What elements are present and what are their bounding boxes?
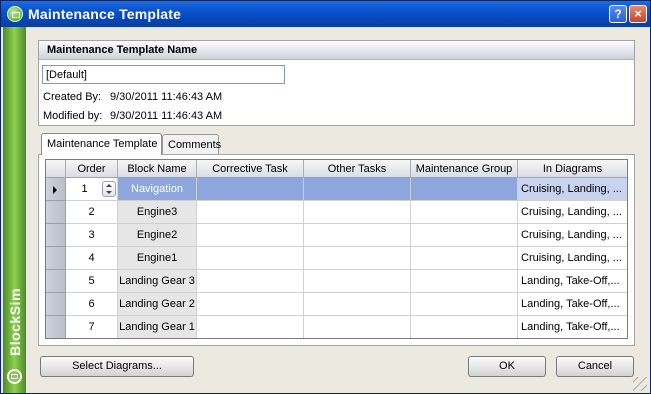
- order-cell[interactable]: 2: [66, 201, 118, 224]
- in-diagrams-cell[interactable]: Landing, Take-Off,...: [518, 316, 627, 338]
- maintenance-group-cell[interactable]: [411, 293, 518, 316]
- brand-strip: BlockSim: [3, 27, 26, 393]
- modified-by-row: Modified by: 9/30/2011 11:46:43 AM: [43, 110, 222, 122]
- block-name-cell: Landing Gear 2: [118, 293, 197, 316]
- template-name-header: Maintenance Template Name: [39, 41, 634, 60]
- template-name-group: Maintenance Template Name Created By: 9/…: [38, 40, 635, 126]
- other-tasks-cell[interactable]: [304, 270, 411, 293]
- template-name-heading: Maintenance Template Name: [47, 44, 198, 56]
- maintenance-group-cell[interactable]: [411, 316, 518, 338]
- in-diagrams-cell[interactable]: Cruising, Landing, ...: [518, 201, 627, 224]
- other-tasks-cell[interactable]: [304, 224, 411, 247]
- maintenance-grid: Order Block Name Corrective Task Other T…: [45, 159, 628, 339]
- other-tasks-cell[interactable]: [304, 201, 411, 224]
- order-cell[interactable]: 3: [66, 224, 118, 247]
- cancel-button[interactable]: Cancel: [556, 356, 634, 377]
- table-row[interactable]: 2 Engine3 Cruising, Landing, ...: [46, 201, 627, 224]
- column-header-corrective-task[interactable]: Corrective Task: [197, 160, 304, 178]
- spin-down-icon[interactable]: [106, 191, 112, 194]
- table-row[interactable]: 1 Navigation Cruising, Landing, ...: [46, 178, 627, 201]
- help-button[interactable]: ?: [609, 5, 627, 23]
- column-header-in-diagrams[interactable]: In Diagrams: [518, 160, 627, 178]
- corrective-task-cell[interactable]: [197, 201, 304, 224]
- other-tasks-cell[interactable]: [304, 316, 411, 338]
- other-tasks-cell[interactable]: [304, 178, 411, 201]
- table-row[interactable]: 6 Landing Gear 2 Landing, Take-Off,...: [46, 293, 627, 316]
- modified-by-label: Modified by:: [43, 110, 103, 122]
- created-by-label: Created By:: [43, 91, 102, 103]
- maintenance-group-cell[interactable]: [411, 178, 518, 201]
- table-row[interactable]: 4 Engine1 Cruising, Landing, ...: [46, 247, 627, 270]
- close-button[interactable]: ×: [629, 5, 647, 23]
- modified-by-value: 9/30/2011 11:46:43 AM: [110, 110, 223, 122]
- corrective-task-cell[interactable]: [197, 224, 304, 247]
- maintenance-group-cell[interactable]: [411, 224, 518, 247]
- corrective-task-cell[interactable]: [197, 270, 304, 293]
- order-cell[interactable]: 6: [66, 293, 118, 316]
- template-name-input[interactable]: [42, 65, 285, 84]
- row-selector[interactable]: [46, 293, 66, 316]
- row-selector[interactable]: [46, 270, 66, 293]
- block-name-cell: Landing Gear 3: [118, 270, 197, 293]
- current-row-arrow-icon: [53, 186, 57, 194]
- corrective-task-cell[interactable]: [197, 316, 304, 338]
- maintenance-group-cell[interactable]: [411, 270, 518, 293]
- blocksim-app-icon: [7, 6, 23, 22]
- tab-comments[interactable]: Comments: [162, 134, 221, 154]
- column-header-maintenance-group[interactable]: Maintenance Group: [411, 160, 518, 178]
- title-bar[interactable]: Maintenance Template ? ×: [1, 1, 650, 27]
- created-by-row: Created By: 9/30/2011 11:46:43 AM: [43, 91, 222, 103]
- order-cell[interactable]: 5: [66, 270, 118, 293]
- table-row[interactable]: 5 Landing Gear 3 Landing, Take-Off,...: [46, 270, 627, 293]
- corrective-task-cell[interactable]: [197, 178, 304, 201]
- block-name-cell: Engine2: [118, 224, 197, 247]
- block-name-cell: Engine1: [118, 247, 197, 270]
- order-cell[interactable]: 1: [66, 178, 118, 201]
- created-by-value: 9/30/2011 11:46:43 AM: [110, 91, 223, 103]
- column-header-other-tasks[interactable]: Other Tasks: [304, 160, 411, 178]
- row-selector[interactable]: [46, 224, 66, 247]
- order-cell[interactable]: 7: [66, 316, 118, 338]
- order-value: 1: [81, 183, 88, 195]
- in-diagrams-cell[interactable]: Cruising, Landing, ...: [518, 178, 627, 201]
- block-name-cell: Engine3: [118, 201, 197, 224]
- table-row[interactable]: 7 Landing Gear 1 Landing, Take-Off,...: [46, 316, 627, 338]
- order-cell[interactable]: 4: [66, 247, 118, 270]
- row-selector[interactable]: [46, 178, 66, 201]
- other-tasks-cell[interactable]: [304, 293, 411, 316]
- block-name-cell: Navigation: [118, 178, 197, 201]
- row-selector[interactable]: [46, 201, 66, 224]
- brand-text: BlockSim: [6, 287, 23, 356]
- column-header-block-name[interactable]: Block Name: [118, 160, 197, 178]
- block-name-cell: Landing Gear 1: [118, 316, 197, 338]
- grid-header: Order Block Name Corrective Task Other T…: [46, 160, 627, 178]
- corrective-task-cell[interactable]: [197, 247, 304, 270]
- maintenance-group-cell[interactable]: [411, 247, 518, 270]
- in-diagrams-cell[interactable]: Landing, Take-Off,...: [518, 270, 627, 293]
- other-tasks-cell[interactable]: [304, 247, 411, 270]
- order-spinner[interactable]: [102, 181, 116, 197]
- in-diagrams-cell[interactable]: Landing, Take-Off,...: [518, 293, 627, 316]
- window-title: Maintenance Template: [28, 6, 182, 22]
- select-diagrams-button[interactable]: Select Diagrams...: [40, 356, 194, 377]
- corrective-task-cell[interactable]: [197, 293, 304, 316]
- header-selector: [46, 160, 66, 178]
- maintenance-template-dialog: Maintenance Template ? × BlockSim Mainte…: [0, 0, 651, 394]
- in-diagrams-cell[interactable]: Cruising, Landing, ...: [518, 247, 627, 270]
- resize-grip-icon[interactable]: [633, 377, 647, 391]
- brand-logo-icon: [7, 369, 22, 384]
- row-selector[interactable]: [46, 316, 66, 338]
- row-selector[interactable]: [46, 247, 66, 270]
- table-row[interactable]: 3 Engine2 Cruising, Landing, ...: [46, 224, 627, 247]
- ok-button[interactable]: OK: [468, 356, 546, 377]
- in-diagrams-cell[interactable]: Cruising, Landing, ...: [518, 224, 627, 247]
- maintenance-group-cell[interactable]: [411, 201, 518, 224]
- tab-maintenance-template[interactable]: Maintenance Template: [41, 133, 162, 155]
- spin-up-icon[interactable]: [106, 184, 112, 187]
- column-header-order[interactable]: Order: [66, 160, 118, 178]
